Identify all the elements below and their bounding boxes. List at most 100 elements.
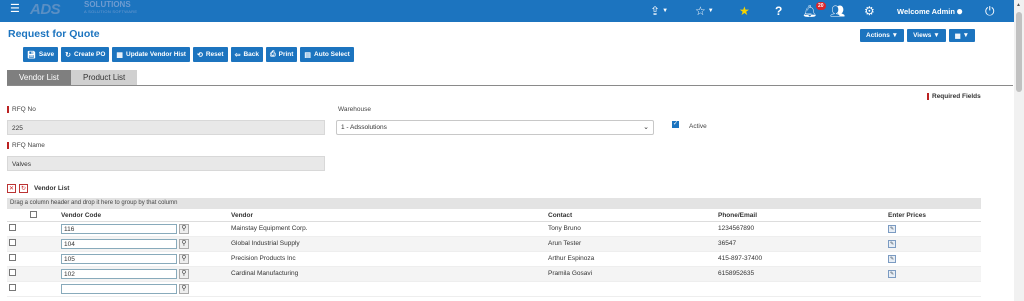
enter-prices-cell: ✎ [886, 251, 981, 267]
select-all-checkbox[interactable] [29, 210, 37, 218]
required-fields-note: Required Fields [927, 93, 981, 100]
vendor-grid: Vendor Code Vendor Contact Phone/Email E… [7, 210, 981, 297]
tab-product-list[interactable]: Product List [71, 70, 138, 85]
lookup-search-icon[interactable]: ⚲ [179, 223, 189, 234]
reset-icon: ⟲ [196, 51, 203, 59]
col-contact[interactable]: Contact [546, 210, 716, 222]
share-icon[interactable]: ⇪ ▼ [650, 3, 668, 19]
action-toolbar: 💾︎ Save ↻ Create PO ▦ Update Vendor Hist ⟲ R… [23, 47, 354, 62]
table-row: 104 ⚲ Global Industrial Supply Arun Teste… [7, 236, 981, 252]
auto-select-button[interactable]: ▤ Auto Select [300, 47, 354, 62]
reset-button[interactable]: ⟲ Reset [192, 47, 228, 62]
col-phone-email[interactable]: Phone/Email [716, 210, 886, 222]
company-logo[interactable]: ADS SOLUTIONS A SOLUTION SOFTWARE [30, 0, 150, 20]
tab-bar: Vendor List Product List [7, 70, 138, 85]
contact-name: Arun Tester [546, 236, 716, 252]
warehouse-value: 1 - Adssolutions [341, 124, 387, 131]
delete-icon[interactable]: ✕ [7, 184, 16, 193]
notification-count-badge: 20 [816, 2, 826, 10]
rfq-no-label: RFQ No [7, 106, 36, 113]
select-all-header [7, 210, 59, 222]
enter-prices-edit-icon[interactable]: ✎ [888, 239, 896, 248]
top-navbar: ☰ ADS SOLUTIONS A SOLUTION SOFTWARE ⇪ ▼ ☆… [0, 0, 1014, 22]
vendor-name: Global Industrial Supply [229, 236, 546, 252]
vendor-name: Precision Products Inc [229, 251, 546, 267]
print-button[interactable]: ⎙ Print [266, 47, 298, 62]
back-button[interactable]: ⇦ Back [230, 47, 263, 62]
help-icon[interactable]: ? [775, 3, 782, 19]
phone-email: 6158952635 [716, 266, 886, 282]
phone-email: 36547 [716, 236, 886, 252]
page-title: Request for Quote [8, 28, 100, 40]
row-checkbox[interactable] [9, 254, 16, 261]
rfq-name-field[interactable]: Valves [7, 156, 325, 171]
vendor-list-header: ✕ ↻ Vendor List [7, 184, 69, 193]
lookup-search-icon[interactable]: ⚲ [179, 283, 189, 294]
enter-prices-edit-icon[interactable]: ✎ [888, 254, 896, 263]
lookup-search-icon[interactable]: ⚲ [179, 238, 189, 249]
warehouse-select[interactable]: 1 - Adssolutions ⌄ [336, 120, 654, 135]
warehouse-label: Warehouse [338, 106, 371, 113]
col-enter-prices[interactable]: Enter Prices [886, 210, 981, 222]
lookup-search-icon[interactable]: ⚲ [179, 253, 189, 264]
row-checkbox[interactable] [9, 269, 16, 276]
phone-email: 1234567890 [716, 221, 886, 237]
grid-icon: ▦ [954, 32, 961, 40]
new-vendor-code-input[interactable] [61, 283, 177, 294]
vendor-code-cell: ⚲ [59, 281, 229, 297]
vendor-code-input[interactable]: 105 [61, 253, 177, 264]
star-outline-icon[interactable]: ☆ ▼ [695, 3, 714, 19]
vendor-code-cell: 105 ⚲ [59, 251, 229, 267]
row-checkbox[interactable] [9, 239, 16, 246]
enter-prices-edit-icon[interactable]: ✎ [888, 224, 896, 233]
favorite-star-icon[interactable]: ★ [739, 3, 750, 19]
enter-prices-cell: ✎ [886, 236, 981, 252]
power-icon[interactable]: ⏻ [985, 3, 995, 19]
group-by-drop-area[interactable]: Drag a column header and drop it here to… [7, 198, 981, 209]
contact-name: Arthur Espinoza [546, 251, 716, 267]
row-select-cell [7, 236, 59, 252]
col-vendor[interactable]: Vendor [229, 210, 546, 222]
back-label: Back [243, 51, 259, 58]
logo-word: SOLUTIONS [84, 0, 131, 9]
notification-bell-icon[interactable]: 🔔︎ [802, 3, 817, 19]
row-checkbox[interactable] [9, 224, 16, 231]
new-vendor-row: ⚲ [7, 281, 981, 297]
lookup-search-icon[interactable]: ⚲ [179, 268, 189, 279]
logo-tagline: A SOLUTION SOFTWARE [84, 9, 138, 14]
vertical-scrollbar[interactable]: ▲ [1014, 0, 1024, 301]
hamburger-menu-icon[interactable]: ☰ [10, 2, 20, 15]
rfq-no-field[interactable]: 225 [7, 120, 325, 135]
save-icon: 💾︎ [27, 51, 36, 59]
vendor-name: Mainstay Equipment Corp. [229, 221, 546, 237]
vendor-code-input[interactable]: 104 [61, 238, 177, 249]
reset-label: Reset [205, 51, 224, 58]
vendor-code-input[interactable]: 102 [61, 268, 177, 279]
auto-select-icon: ▤ [304, 51, 312, 59]
vendor-code-cell: 104 ⚲ [59, 236, 229, 252]
printer-icon: ⎙ [270, 50, 276, 58]
create-po-button[interactable]: ↻ Create PO [61, 47, 110, 62]
update-vendor-hist-button[interactable]: ▦ Update Vendor Hist [112, 47, 190, 62]
row-checkbox[interactable] [9, 284, 16, 291]
col-vendor-code[interactable]: Vendor Code [59, 210, 229, 222]
actions-dropdown-button[interactable]: Actions ▼ [860, 29, 905, 42]
refresh-icon[interactable]: ↻ [19, 184, 28, 193]
scroll-up-arrow-icon[interactable]: ▲ [1016, 2, 1021, 8]
vendor-code-input[interactable]: 116 [61, 223, 177, 234]
gear-icon[interactable]: ⚙ [864, 3, 875, 19]
tab-vendor-list[interactable]: Vendor List [7, 70, 72, 85]
scrollbar-thumb[interactable] [1016, 12, 1022, 92]
grid-options-button[interactable]: ▦ ▼ [948, 29, 976, 42]
save-label: Save [38, 51, 55, 58]
save-button[interactable]: 💾︎ Save [23, 47, 59, 62]
right-action-group: Actions ▼ Views ▼ ▦ ▼ [860, 29, 976, 42]
active-checkbox[interactable] [672, 120, 679, 128]
users-icon[interactable]: 👥︎ [830, 3, 845, 19]
enter-prices-edit-icon[interactable]: ✎ [888, 269, 896, 278]
views-dropdown-button[interactable]: Views ▼ [907, 29, 946, 42]
user-avatar-icon[interactable]: ● [956, 3, 963, 19]
rfq-name-label: RFQ Name [7, 142, 45, 149]
views-label: Views [913, 32, 932, 39]
welcome-user-text[interactable]: Welcome Admin [897, 7, 955, 16]
